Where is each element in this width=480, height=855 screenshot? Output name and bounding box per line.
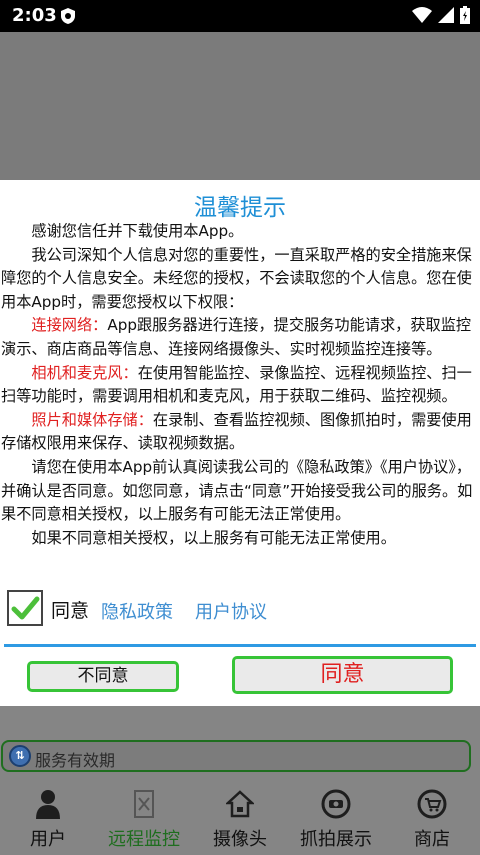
tab-label: 抓拍展示 (300, 829, 372, 850)
status-time: 2:03 (12, 5, 57, 26)
service-period-bar[interactable]: ⇅ 服务有效期 (1, 740, 471, 772)
permission-network: 连接网络：App跟服务器进行连接，提交服务功能请求，获取监控演示、商店商品等信息… (1, 314, 477, 361)
shop-cart-icon (417, 789, 447, 823)
tab-label: 商店 (414, 829, 450, 850)
tab-label: 摄像头 (213, 829, 267, 850)
agree-label: 同意 (51, 600, 90, 622)
paragraph-1: 我公司深知个人信息对您的重要性，一直采取严格的安全措施来保障您的个人信息安全。未… (1, 245, 472, 311)
paragraph-2: 请您在使用本App前认真阅读我公司的《隐私政策》《用户协议》，并确认是否同意。如… (1, 457, 473, 524)
user-icon (35, 789, 61, 823)
agree-row: 同意 隐私政策 用户协议 (7, 590, 477, 630)
camera-home-icon (224, 789, 256, 823)
service-period-text: 服务有效期 (35, 751, 116, 770)
tab-remote-monitor[interactable]: 远程监控 (96, 785, 192, 855)
tab-shop[interactable]: 商店 (384, 785, 480, 855)
dialog-divider (4, 644, 476, 647)
tab-label: 远程监控 (108, 829, 180, 850)
permission-camera: 相机和麦克风：在使用智能监控、录像监控、远程视频监控、扫一扫等功能时，需要调用相… (1, 362, 477, 409)
tab-user[interactable]: 用户 (0, 785, 96, 855)
remote-monitor-icon (133, 789, 155, 823)
network-label: 连接网络： (31, 316, 108, 335)
intro-text: 感谢您信任并下载使用本App。 (31, 222, 244, 240)
service-arrow-icon: ⇅ (9, 745, 31, 767)
permission-storage: 照片和媒体存储：在录制、查看监控视频、图像抓拍时，需要使用存储权限用来保存、读取… (1, 409, 477, 456)
disagree-button[interactable]: 不同意 (27, 661, 179, 692)
bottom-tab-bar: 用户 远程监控 摄像头 抓拍展示 商店 (0, 785, 480, 855)
wifi-icon (412, 7, 432, 27)
status-bar: 2:03 (0, 0, 480, 32)
agree-button[interactable]: 同意 (232, 656, 453, 694)
user-agreement-link[interactable]: 用户协议 (195, 598, 267, 624)
signal-icon (438, 7, 454, 27)
privacy-policy-link[interactable]: 隐私政策 (101, 598, 173, 624)
agree-checkbox[interactable] (7, 590, 43, 626)
dim-overlay (0, 32, 480, 180)
checkmark-icon (11, 596, 40, 620)
privacy-dialog: 温馨提示 感谢您信任并下载使用本App。 我公司深知个人信息对您的重要性，一直采… (0, 180, 480, 706)
snapshot-icon (321, 789, 351, 823)
tab-snapshot[interactable]: 抓拍展示 (288, 785, 384, 855)
camera-label: 相机和麦克风： (31, 363, 138, 382)
tab-label: 用户 (30, 829, 66, 850)
battery-icon (460, 6, 470, 28)
shield-icon (60, 7, 76, 29)
dialog-title: 温馨提示 (194, 195, 286, 221)
dialog-body: 感谢您信任并下载使用本App。 我公司深知个人信息对您的重要性，一直采取严格的安… (1, 220, 477, 550)
storage-label: 照片和媒体存储： (31, 410, 153, 429)
paragraph-3: 如果不同意相关授权，以上服务有可能无法正常使用。 (31, 528, 396, 547)
tab-camera[interactable]: 摄像头 (192, 785, 288, 855)
